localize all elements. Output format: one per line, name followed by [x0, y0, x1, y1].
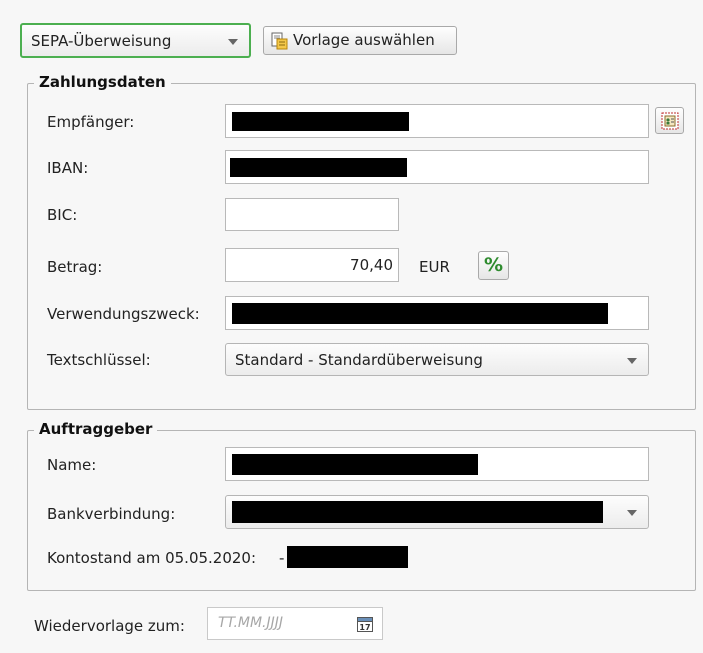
transfer-type-select[interactable]: SEPA-Überweisung	[20, 23, 251, 58]
document-template-icon	[270, 32, 288, 50]
date-placeholder: TT.MM.JJJJ	[218, 615, 284, 631]
currency-label: EUR	[419, 258, 450, 276]
orderer-legend: Auftraggeber	[34, 420, 158, 438]
name-input[interactable]	[225, 447, 649, 481]
purpose-label: Verwendungszweck:	[47, 305, 200, 323]
chevron-down-icon	[228, 38, 238, 45]
redacted-bank-account	[232, 501, 603, 523]
balance-sign: -	[279, 549, 285, 567]
recipient-input[interactable]	[225, 104, 649, 138]
iban-label: IBAN:	[47, 159, 89, 177]
percent-button[interactable]: %	[478, 251, 509, 280]
amount-value: 70,40	[350, 256, 393, 274]
chevron-down-icon	[627, 510, 637, 516]
resubmission-date-input[interactable]: TT.MM.JJJJ 17	[207, 607, 383, 640]
bic-label: BIC:	[47, 206, 78, 224]
textkey-label: Textschlüssel:	[47, 351, 151, 369]
svg-text:17: 17	[359, 623, 370, 632]
amount-label: Betrag:	[47, 258, 103, 276]
balance-label: Kontostand am 05.05.2020:	[47, 549, 257, 567]
recipient-label: Empfänger:	[47, 113, 135, 131]
calendar-icon[interactable]: 17	[356, 615, 374, 633]
textkey-value: Standard - Standardüberweisung	[235, 350, 483, 369]
percent-icon: %	[483, 254, 504, 276]
purpose-input[interactable]	[225, 296, 649, 330]
payment-data-legend: Zahlungsdaten	[34, 73, 171, 91]
redacted-iban	[230, 158, 407, 177]
transfer-type-value: SEPA-Überweisung	[31, 31, 172, 50]
bank-account-label: Bankverbindung:	[47, 505, 176, 523]
name-label: Name:	[47, 456, 97, 474]
chevron-down-icon	[627, 357, 637, 364]
address-book-button[interactable]	[655, 107, 684, 134]
amount-input[interactable]: 70,40	[225, 248, 399, 282]
redacted-recipient	[232, 112, 409, 131]
resubmission-label: Wiedervorlage zum:	[34, 617, 185, 635]
redacted-balance	[287, 546, 408, 568]
address-book-icon	[661, 112, 679, 130]
redacted-name	[232, 454, 478, 475]
redacted-purpose	[232, 303, 608, 324]
iban-input[interactable]	[225, 150, 649, 184]
bank-account-select[interactable]	[225, 495, 649, 529]
bic-input[interactable]	[225, 198, 399, 231]
template-select-button[interactable]: Vorlage auswählen	[263, 26, 457, 55]
textkey-select[interactable]: Standard - Standardüberweisung	[225, 343, 649, 376]
template-button-label: Vorlage auswählen	[293, 31, 435, 49]
